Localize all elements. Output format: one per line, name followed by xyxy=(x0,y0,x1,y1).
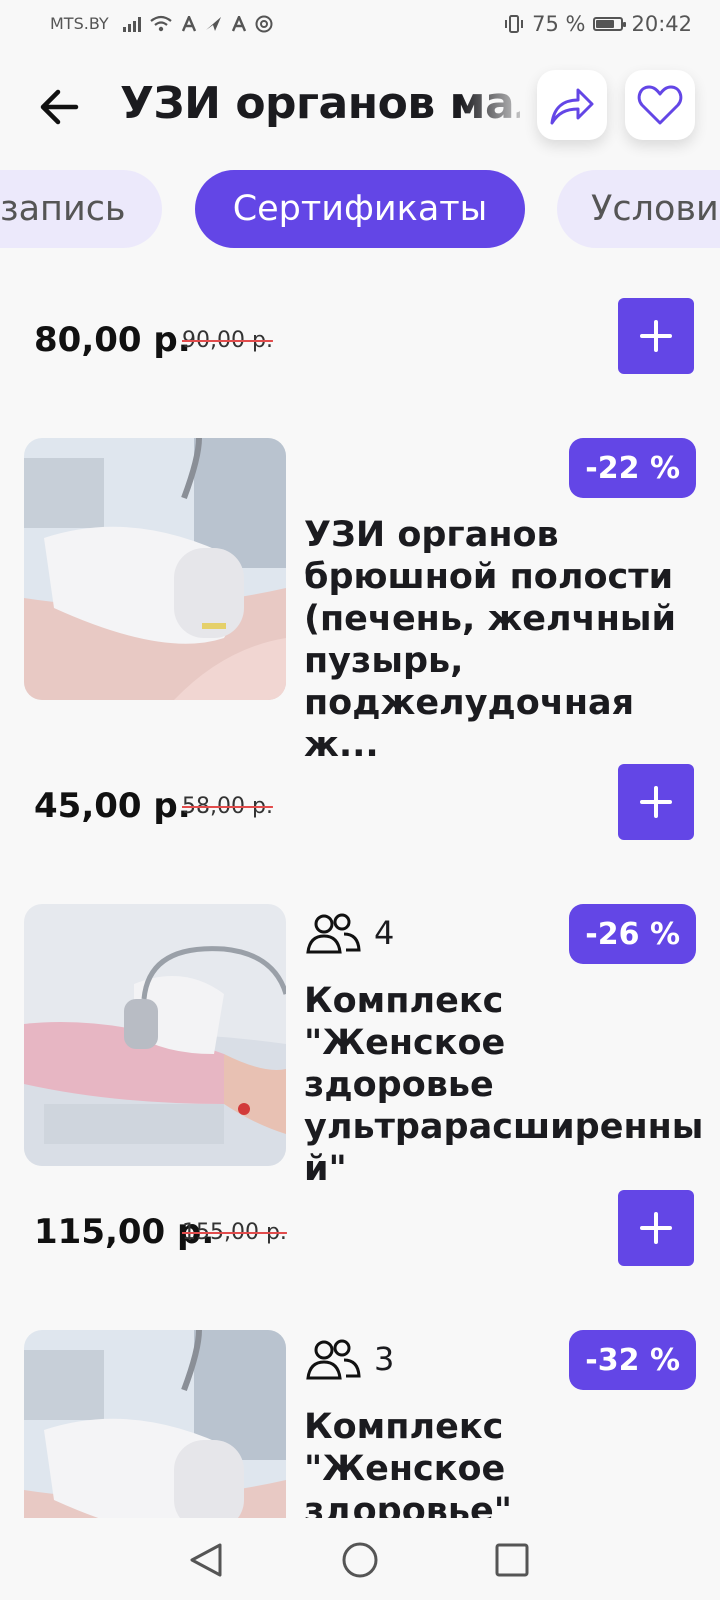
add-to-cart-button[interactable] xyxy=(618,764,694,840)
price-old: 155,00 р. xyxy=(182,1220,287,1245)
triangle-back-icon xyxy=(190,1543,222,1577)
price-old: 90,00 р. xyxy=(182,328,273,353)
certificate-card[interactable]: -22 % УЗИ органов брюшной полости (печен… xyxy=(24,438,696,765)
participants-count: 3 xyxy=(304,1338,394,1380)
battery-level xyxy=(596,20,615,28)
participants-number: 3 xyxy=(374,1340,395,1378)
certificate-card[interactable]: 3 -32 % Комплекс "Женское здоровье" xyxy=(24,1330,696,1518)
arrow-left-icon xyxy=(40,89,79,125)
people-icon xyxy=(306,1339,361,1380)
plus-icon xyxy=(640,1212,672,1244)
service-photo xyxy=(24,1330,286,1518)
service-photo xyxy=(24,904,286,1166)
share-icon xyxy=(550,88,594,125)
price-current: 45,00 р. xyxy=(34,786,191,826)
favorite-button[interactable] xyxy=(625,70,695,140)
battery-percent: 75 % xyxy=(532,12,586,36)
system-nav-bar xyxy=(0,1518,720,1600)
discount-badge: -22 % xyxy=(569,438,696,498)
nav-recents-button[interactable] xyxy=(490,1538,534,1582)
add-to-cart-button[interactable] xyxy=(618,1190,694,1266)
tab-conditions[interactable]: Условия xyxy=(557,170,720,248)
participants-number: 4 xyxy=(374,914,395,952)
title-fade xyxy=(460,70,540,140)
heart-icon xyxy=(637,85,683,125)
share-button[interactable] xyxy=(537,70,607,140)
app-a-icon-2 xyxy=(231,15,246,31)
clock: 20:42 xyxy=(631,12,692,36)
app-a-icon xyxy=(181,15,196,31)
circle-home-icon xyxy=(342,1542,378,1578)
back-button[interactable] xyxy=(34,82,84,132)
service-photo xyxy=(24,438,286,700)
price-row: 45,00 р. 58,00 р. xyxy=(34,764,694,844)
discount-badge: -26 % xyxy=(569,904,696,964)
tab-certificates[interactable]: Сертификаты xyxy=(195,170,525,248)
tab-bar: запись Сертификаты Условия xyxy=(0,170,720,250)
signal-icon xyxy=(122,16,141,32)
certificate-card[interactable]: 4 -26 % Комплекс "Женское здоровье ультр… xyxy=(24,904,703,1189)
participants-count: 4 xyxy=(304,912,394,954)
plus-icon xyxy=(640,320,672,352)
vibrate-icon xyxy=(505,15,524,33)
square-recents-icon xyxy=(495,1543,529,1577)
app-header: УЗИ органов малого таза xyxy=(0,60,720,150)
add-to-cart-button[interactable] xyxy=(618,298,694,374)
price-row: 115,00 р. 155,00 р. xyxy=(34,1190,694,1270)
discount-badge: -32 % xyxy=(569,1330,696,1390)
plus-icon xyxy=(640,786,672,818)
nav-home-button[interactable] xyxy=(338,1538,382,1582)
at-icon xyxy=(255,15,273,32)
battery-icon xyxy=(593,17,627,31)
send-icon xyxy=(205,16,221,31)
status-bar: MTS.BY 75 % 20:42 xyxy=(0,0,720,50)
carrier-label: MTS.BY xyxy=(50,14,109,33)
wifi-icon xyxy=(150,15,172,31)
price-row: 80,00 р. 90,00 р. xyxy=(34,298,694,378)
price-current: 80,00 р. xyxy=(34,320,191,360)
nav-back-button[interactable] xyxy=(184,1538,228,1582)
price-old: 58,00 р. xyxy=(182,794,273,819)
people-icon xyxy=(306,913,361,954)
service-title: УЗИ органов брюшной полости (печень, жел… xyxy=(304,515,677,765)
service-title: Комплекс "Женское здоровье" xyxy=(304,1407,513,1518)
tab-booking[interactable]: запись xyxy=(0,170,162,248)
service-title: Комплекс "Женское здоровье ультрарасшире… xyxy=(304,981,704,1189)
